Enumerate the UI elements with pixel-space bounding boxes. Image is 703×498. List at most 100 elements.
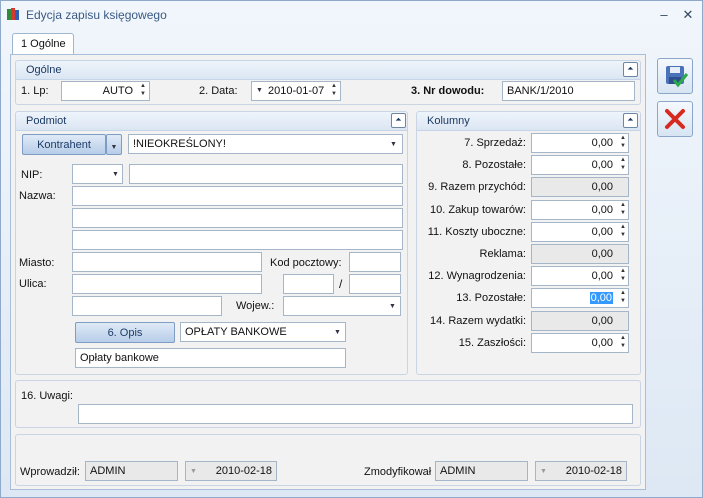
kolumna-value: 0,00 — [591, 315, 613, 327]
chevron-down-icon[interactable]: ▼ — [390, 141, 397, 148]
lp-value: AUTO — [102, 85, 133, 97]
kolumna-label: 13. Pozostałe: — [456, 292, 526, 304]
nazwa-label: Nazwa: — [19, 190, 56, 202]
poczta-input[interactable] — [72, 296, 222, 316]
opis-select[interactable]: OPŁATY BANKOWE — [180, 322, 346, 342]
close-window-icon[interactable]: ✕ — [678, 6, 698, 24]
zmodyfikowal-date-value: 2010-02-18 — [565, 465, 622, 477]
kolumna-label: 8. Pozostałe: — [462, 159, 526, 171]
title-bar: Edycja zapisu księgowego – ✕ — [0, 0, 701, 30]
kolumna-input[interactable]: 0,00 — [531, 288, 629, 308]
date-dropdown-icon: ▼ — [540, 468, 547, 475]
chevron-down-icon[interactable]: ▼ — [389, 303, 396, 310]
kontrahent-select[interactable]: !NIEOKREŚLONY! — [128, 134, 403, 154]
kolumna-spinner[interactable]: ▲ ▼ — [618, 156, 628, 172]
lp-spinner[interactable]: ▲ ▼ — [138, 82, 148, 98]
kolumna-spinner[interactable]: ▲ ▼ — [618, 334, 628, 350]
kolumna-value: 0,00 — [591, 226, 613, 238]
opis-button-label: 6. Opis — [107, 327, 143, 339]
date-input[interactable]: 2010-01-07 — [251, 81, 341, 101]
slash-separator: / — [339, 277, 343, 291]
kolumna-label: 15. Zaszłości: — [458, 337, 526, 349]
kolumna-value: 0,00 — [589, 292, 613, 304]
kolumna-spinner[interactable]: ▲ ▼ — [618, 201, 628, 217]
kontrahent-button-label: Kontrahent — [37, 139, 91, 151]
kolumna-input[interactable]: 0,00 — [531, 266, 629, 286]
kontrahent-button[interactable]: Kontrahent — [22, 134, 106, 155]
minimize-icon[interactable]: – — [654, 6, 674, 24]
date-dropdown-icon[interactable]: ▼ — [256, 87, 263, 94]
collapse-icon[interactable]: ⏶ — [623, 113, 638, 128]
save-disk-icon — [666, 66, 689, 88]
nazwa-input-2[interactable] — [72, 208, 403, 228]
kontrahent-dropdown-button[interactable]: ▼ — [106, 134, 122, 155]
zmodyfikowal-user: ADMIN — [435, 461, 528, 481]
opis-select-value: OPŁATY BANKOWE — [185, 326, 287, 338]
date-spinner[interactable]: ▲ ▼ — [329, 82, 339, 98]
miasto-label: Miasto: — [19, 257, 55, 269]
kolumna-spinner[interactable]: ▲ ▼ — [618, 134, 628, 150]
nr-lokalu-input[interactable] — [349, 274, 401, 294]
kolumna-value: 0,00 — [591, 137, 613, 149]
lp-label: 1. Lp: — [21, 85, 49, 97]
kolumna-value: 0,00 — [591, 204, 613, 216]
kolumna-spinner[interactable]: ▲ ▼ — [618, 289, 628, 305]
opis-text-value: Opłaty bankowe — [80, 352, 159, 364]
nip-input[interactable] — [129, 164, 403, 184]
kolumna-input[interactable]: 0,00 — [531, 222, 629, 242]
uwagi-input[interactable] — [78, 404, 633, 424]
collapse-icon[interactable]: ⏶ — [391, 113, 406, 128]
kolumna-label: 10. Zakup towarów: — [430, 204, 526, 216]
kolumna-label: 11. Koszty uboczne: — [427, 226, 526, 238]
podmiot-title: Podmiot — [26, 115, 67, 127]
opis-text-input[interactable]: Opłaty bankowe — [75, 348, 346, 368]
ulica-label: Ulica: — [19, 278, 47, 290]
zmodyfikowal-user-value: ADMIN — [440, 465, 476, 477]
kolumna-input[interactable]: 0,00 — [531, 133, 629, 153]
kolumna-spinner[interactable]: ▲ ▼ — [618, 223, 628, 239]
wojew-select[interactable] — [283, 296, 401, 316]
kolumny-header: Kolumny — [417, 112, 640, 131]
collapse-icon[interactable]: ⏶ — [623, 62, 638, 77]
date-value: 2010-01-07 — [268, 85, 325, 97]
miasto-input[interactable] — [72, 252, 262, 272]
opis-button[interactable]: 6. Opis — [75, 322, 175, 343]
kolumna-value: 0,00 — [591, 159, 613, 171]
kolumny-title: Kolumny — [427, 115, 470, 127]
kolumna-label: 9. Razem przychód: — [428, 181, 526, 193]
kolumna-value: 0,00 — [591, 181, 613, 193]
kolumna-input: 0,00 — [531, 311, 629, 331]
kolumna-spinner[interactable]: ▲ ▼ — [618, 267, 628, 283]
chevron-down-icon[interactable]: ▼ — [112, 171, 119, 178]
zmodyfikowal-label: Zmodyfikował — [364, 466, 432, 478]
tab-ogolne[interactable]: 1 Ogólne — [12, 33, 74, 55]
kolumna-label: 7. Sprzedaż: — [464, 137, 526, 149]
kod-pocztowy-input[interactable] — [349, 252, 401, 272]
kolumna-input[interactable]: 0,00 — [531, 333, 629, 353]
chevron-down-icon[interactable]: ▼ — [334, 329, 341, 336]
kod-pocztowy-label: Kod pocztowy: — [270, 257, 342, 269]
uwagi-label: 16. Uwagi: — [21, 390, 73, 402]
kolumna-input: 0,00 — [531, 244, 629, 264]
wprowadzil-date-value: 2010-02-18 — [215, 465, 272, 477]
nr-dowodu-input[interactable]: BANK/1/2010 — [502, 81, 635, 101]
wojew-label: Wojew.: — [236, 300, 275, 312]
nazwa-input-1[interactable] — [72, 186, 403, 206]
zmodyfikowal-date: 2010-02-18 — [535, 461, 627, 481]
kontrahent-value: !NIEOKREŚLONY! — [133, 138, 226, 150]
save-button[interactable] — [657, 58, 693, 94]
window-title: Edycja zapisu księgowego — [26, 8, 167, 22]
nr-domu-input[interactable] — [283, 274, 334, 294]
kolumna-input[interactable]: 0,00 — [531, 200, 629, 220]
nazwa-input-3[interactable] — [72, 230, 403, 250]
nip-label: NIP: — [21, 169, 43, 181]
cancel-button[interactable] — [657, 101, 693, 137]
cancel-x-icon — [665, 109, 685, 129]
kolumna-value: 0,00 — [591, 270, 613, 282]
ulica-input[interactable] — [72, 274, 262, 294]
kolumna-label: 14. Razem wydatki: — [430, 315, 526, 327]
kolumna-input[interactable]: 0,00 — [531, 155, 629, 175]
wprowadzil-date: 2010-02-18 — [185, 461, 277, 481]
ogolne-title: Ogólne — [26, 64, 62, 76]
lp-input[interactable]: AUTO — [61, 81, 150, 101]
